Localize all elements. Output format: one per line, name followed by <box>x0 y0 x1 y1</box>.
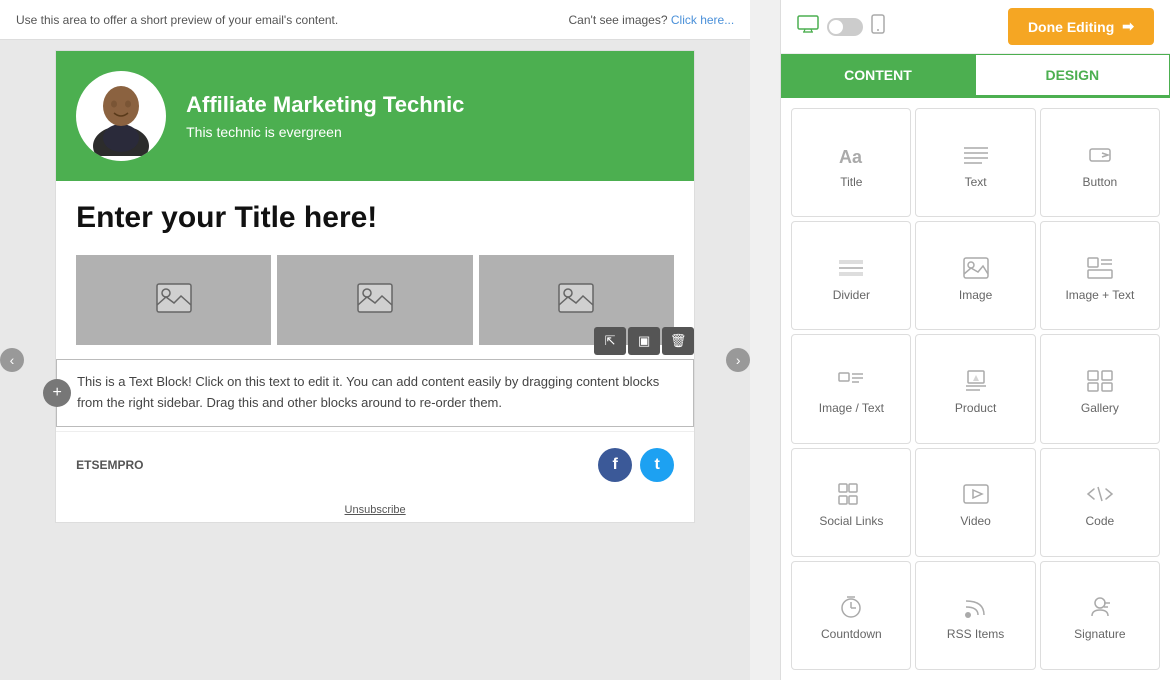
mobile-icon[interactable] <box>871 14 885 39</box>
product-label: Product <box>955 401 996 415</box>
scroll-right-button[interactable]: › <box>726 348 750 372</box>
text-block-container: ⇱ ▣ 🗑 + This is a Text Block! Click on t… <box>56 359 694 427</box>
device-icons <box>797 14 885 39</box>
image-icon <box>962 256 990 280</box>
countdown-label: Countdown <box>821 627 882 641</box>
text-block-wrapper[interactable]: + This is a Text Block! Click on this te… <box>56 359 694 427</box>
code-label: Code <box>1086 514 1115 528</box>
content-item-title[interactable]: Aa Title <box>791 108 911 217</box>
image-icon-3 <box>558 283 594 318</box>
rss-items-label: RSS Items <box>947 627 1004 641</box>
image-text2-label: Image / Text <box>819 401 884 415</box>
scroll-left-button[interactable]: ‹ <box>0 348 24 372</box>
done-editing-label: Done Editing <box>1028 19 1114 35</box>
toolbar-delete-btn[interactable]: 🗑 <box>662 327 694 355</box>
avatar <box>76 71 166 161</box>
title-icon: Aa <box>837 143 865 167</box>
image-text-icon <box>1086 256 1114 280</box>
content-item-divider[interactable]: Divider <box>791 221 911 330</box>
button-icon <box>1086 143 1114 167</box>
svg-text:Aa: Aa <box>839 147 863 167</box>
content-item-gallery[interactable]: Gallery <box>1040 334 1160 443</box>
content-item-image[interactable]: Image <box>915 221 1035 330</box>
content-item-image-text[interactable]: Image + Text <box>1040 221 1160 330</box>
product-icon <box>962 369 990 393</box>
facebook-icon[interactable]: f <box>598 448 632 482</box>
gallery-label: Gallery <box>1081 401 1119 415</box>
cant-see-images: Can't see images? Click here... <box>569 13 735 27</box>
unsubscribe-row: Unsubscribe <box>56 498 694 522</box>
email-title-block[interactable]: Enter your Title here! <box>56 181 694 245</box>
content-item-signature[interactable]: Signature <box>1040 561 1160 670</box>
header-tagline: This technic is evergreen <box>186 124 464 140</box>
gallery-icon <box>1086 369 1114 393</box>
divider-icon <box>837 256 865 280</box>
signature-label: Signature <box>1074 627 1125 641</box>
button-label: Button <box>1083 175 1118 189</box>
image-placeholder-1[interactable] <box>76 255 271 345</box>
text-icon <box>962 143 990 167</box>
header-brand-name: Affiliate Marketing Technic <box>186 92 464 118</box>
image-text2-icon <box>837 369 865 393</box>
rss-items-icon <box>962 595 990 619</box>
content-item-video[interactable]: Video <box>915 448 1035 557</box>
content-item-rss-items[interactable]: RSS Items <box>915 561 1035 670</box>
toolbar-copy-btn[interactable]: ▣ <box>628 327 660 355</box>
image-icon-2 <box>357 283 393 318</box>
preview-bar: Use this area to offer a short preview o… <box>0 0 750 40</box>
preview-bar-text: Use this area to offer a short preview o… <box>16 13 338 27</box>
twitter-icon[interactable]: t <box>640 448 674 482</box>
content-item-product[interactable]: Product <box>915 334 1035 443</box>
content-item-image-text2[interactable]: Image / Text <box>791 334 911 443</box>
video-icon <box>962 482 990 506</box>
content-grid: Aa Title Text Button Divider Image Image + Tex… <box>781 98 1170 680</box>
add-block-button[interactable]: + <box>43 379 71 407</box>
unsubscribe-link[interactable]: Unsubscribe <box>345 504 406 516</box>
right-panel: Done Editing ➡ CONTENT DESIGN Aa Title Tex… <box>780 0 1170 680</box>
done-editing-button[interactable]: Done Editing ➡ <box>1008 8 1154 45</box>
footer-brand: ETSEMPRO <box>76 458 143 472</box>
image-placeholder-2[interactable] <box>277 255 472 345</box>
social-links-icon <box>837 482 865 506</box>
view-toggle[interactable] <box>827 18 863 36</box>
content-item-code[interactable]: Code <box>1040 448 1160 557</box>
text-block-content[interactable]: This is a Text Block! Click on this text… <box>57 360 693 426</box>
content-item-text[interactable]: Text <box>915 108 1035 217</box>
image-text-label: Image + Text <box>1065 288 1134 302</box>
text-label: Text <box>965 175 987 189</box>
click-here-link[interactable]: Click here... <box>671 13 734 27</box>
toolbar-move-btn[interactable]: ⇱ <box>594 327 626 355</box>
done-editing-icon: ➡ <box>1122 18 1134 35</box>
divider-label: Divider <box>833 288 870 302</box>
header-text: Affiliate Marketing Technic This technic… <box>186 92 464 140</box>
signature-icon <box>1086 595 1114 619</box>
content-item-social-links[interactable]: Social Links <box>791 448 911 557</box>
tab-design[interactable]: DESIGN <box>975 54 1170 96</box>
email-footer: ETSEMPRO f t <box>56 431 694 498</box>
content-item-countdown[interactable]: Countdown <box>791 561 911 670</box>
email-title[interactable]: Enter your Title here! <box>76 201 674 235</box>
right-panel-header: Done Editing ➡ <box>781 0 1170 54</box>
content-item-button[interactable]: Button <box>1040 108 1160 217</box>
email-canvas: ‹ › <box>0 40 750 680</box>
desktop-icon[interactable] <box>797 15 819 38</box>
image-icon-1 <box>156 283 192 318</box>
text-block-toolbar: ⇱ ▣ 🗑 <box>594 327 694 355</box>
tab-content[interactable]: CONTENT <box>781 54 974 96</box>
email-header-banner: Affiliate Marketing Technic This technic… <box>56 51 694 181</box>
email-preview-panel: Use this area to offer a short preview o… <box>0 0 750 680</box>
video-label: Video <box>960 514 990 528</box>
countdown-icon <box>837 595 865 619</box>
email-content: Affiliate Marketing Technic This technic… <box>55 50 695 523</box>
title-label: Title <box>840 175 862 189</box>
footer-socials: f t <box>598 448 674 482</box>
social-links-label: Social Links <box>819 514 883 528</box>
image-label: Image <box>959 288 992 302</box>
tabs: CONTENT DESIGN <box>781 54 1170 98</box>
code-icon <box>1086 482 1114 506</box>
